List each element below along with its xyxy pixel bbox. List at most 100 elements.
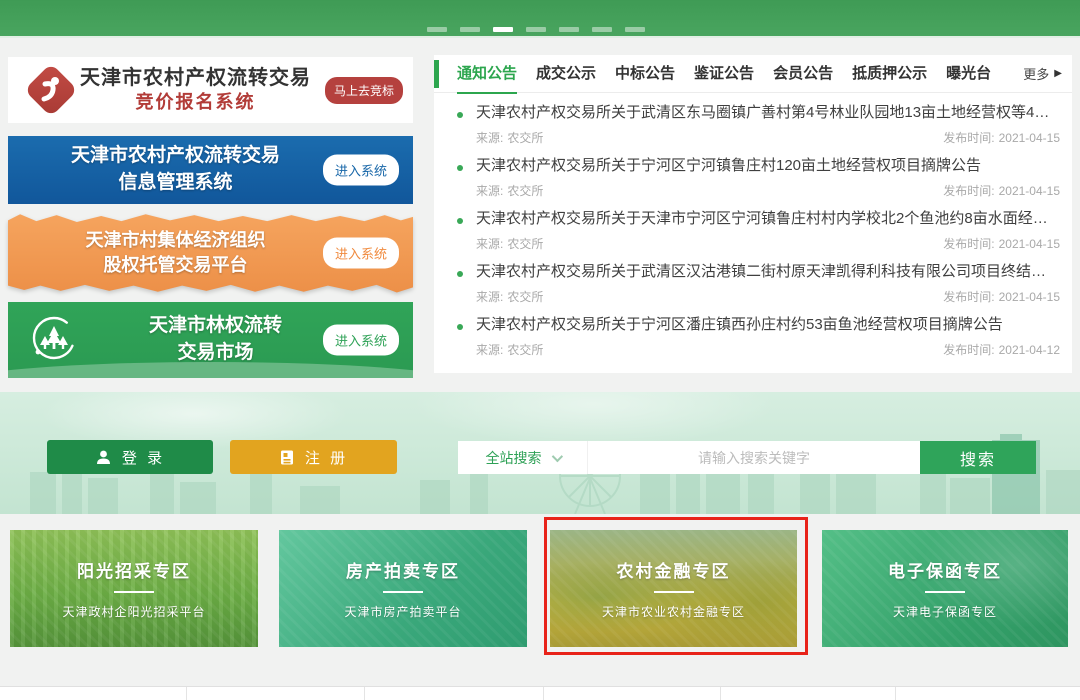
banner-line2: 股权托管交易平台 — [8, 253, 343, 278]
banner-line1: 天津市农村产权流转交易 — [8, 143, 343, 170]
carousel-dash[interactable] — [625, 27, 645, 32]
go-bid-button[interactable]: 马上去竞标 — [325, 77, 403, 104]
carousel-bar — [0, 0, 1080, 38]
news-source: 来源:农交所 — [476, 129, 543, 146]
news-title-link[interactable]: 天津农村产权交易所关于武清区汉沽港镇二街村原天津凯得利科技有限公司项目终结公告 — [476, 262, 1060, 282]
search-bar: 全站搜索 搜索 — [458, 441, 1036, 474]
news-title-link[interactable]: 天津农村产权交易所关于宁河区宁河镇鲁庄村120亩土地经营权项目摘牌公告 — [476, 156, 1060, 176]
tab-winning-bid[interactable]: 中标公告 — [615, 55, 675, 93]
bidding-system-title-block: 天津市农村产权流转交易 竞价报名系统 — [70, 66, 325, 114]
news-source: 来源:农交所 — [476, 182, 543, 199]
carousel-pagination — [427, 27, 645, 32]
news-meta: 来源:农交所 发布时间:2021-04-15 — [476, 182, 1060, 199]
news-item: 天津农村产权交易所关于武清区东马圈镇广善村第4号林业队园地13亩土地经营权等4个… — [434, 93, 1072, 146]
tab-deal-publicity[interactable]: 成交公示 — [536, 55, 596, 93]
zone-card-rural-finance[interactable]: 农村金融专区 天津市农业农村金融专区 — [550, 530, 797, 647]
site-subtitle: 竞价报名系统 — [70, 91, 321, 114]
enter-system-button-orange[interactable]: 进入系统 — [323, 238, 399, 269]
bullet-icon — [457, 271, 463, 277]
news-source: 来源:农交所 — [476, 288, 543, 305]
news-source: 来源:农交所 — [476, 235, 543, 252]
tab-exposure[interactable]: 曝光台 — [946, 55, 991, 93]
zone-title: 电子保函专区 — [888, 557, 1002, 582]
page: 天津市农村产权流转交易 竞价报名系统 马上去竞标 天津市农村产权流转交易 信息管… — [0, 0, 1080, 698]
news-title-link[interactable]: 天津农村产权交易所关于武清区东马圈镇广善村第4号林业队园地13亩土地经营权等4个… — [476, 103, 1060, 123]
news-item: 天津农村产权交易所关于武清区汉沽港镇二街村原天津凯得利科技有限公司项目终结公告 … — [434, 252, 1072, 305]
chevron-down-icon — [551, 450, 562, 461]
info-management-banner[interactable]: 天津市农村产权流转交易 信息管理系统 进入系统 — [8, 136, 413, 204]
site-title: 天津市农村产权流转交易 — [70, 66, 321, 91]
zone-title: 房产拍卖专区 — [346, 557, 460, 582]
pine-trees-circle-icon — [30, 314, 78, 367]
enter-system-button-green[interactable]: 进入系统 — [323, 325, 399, 356]
tab-notice-announcements[interactable]: 通知公告 — [457, 55, 517, 93]
login-button[interactable]: 登 录 — [47, 440, 213, 474]
search-input[interactable] — [588, 441, 920, 474]
footer-cell — [896, 687, 1080, 700]
more-link[interactable]: 更多 ▶ — [1023, 64, 1062, 83]
banner-line2: 交易市场 — [78, 340, 353, 367]
caret-right-icon: ▶ — [1054, 68, 1062, 79]
zone-divider — [654, 591, 694, 593]
more-label: 更多 — [1023, 64, 1049, 83]
news-title-link[interactable]: 天津农村产权交易所关于宁河区潘庄镇西孙庄村约53亩鱼池经营权项目摘牌公告 — [476, 315, 1060, 335]
footer-cell — [0, 687, 187, 700]
bidding-system-card: 天津市农村产权流转交易 竞价报名系统 马上去竞标 — [8, 57, 413, 123]
news-date: 发布时间:2021-04-12 — [943, 341, 1060, 358]
zone-subtitle: 天津市农业农村金融专区 — [602, 603, 745, 620]
id-card-icon — [279, 449, 295, 466]
bullet-icon — [457, 218, 463, 224]
zone-title: 阳光招采专区 — [77, 557, 191, 582]
carousel-dash-active[interactable] — [493, 27, 513, 32]
carousel-dash[interactable] — [526, 27, 546, 32]
news-item: 天津农村产权交易所关于天津市宁河区宁河镇鲁庄村村内学校北2个鱼池约8亩水面经营.… — [434, 199, 1072, 252]
notice-panel: 通知公告 成交公示 中标公告 鉴证公告 会员公告 抵质押公示 曝光台 更多 ▶ … — [434, 55, 1072, 373]
equity-custody-banner[interactable]: 天津市村集体经济组织 股权托管交易平台 进入系统 — [8, 210, 413, 296]
news-title-link[interactable]: 天津农村产权交易所关于天津市宁河区宁河镇鲁庄村村内学校北2个鱼池约8亩水面经营.… — [476, 209, 1060, 229]
banner-line1: 天津市村集体经济组织 — [8, 228, 343, 253]
zone-subtitle: 天津政村企阳光招采平台 — [62, 603, 205, 620]
news-meta: 来源:农交所 发布时间:2021-04-12 — [476, 341, 1060, 358]
news-date: 发布时间:2021-04-15 — [943, 235, 1060, 252]
news-date: 发布时间:2021-04-15 — [943, 182, 1060, 199]
zone-divider — [383, 591, 423, 593]
bullet-icon — [457, 324, 463, 330]
footer-cell — [187, 687, 365, 700]
news-meta: 来源:农交所 发布时间:2021-04-15 — [476, 288, 1060, 305]
search-button[interactable]: 搜索 — [920, 441, 1036, 474]
site-logo-icon — [24, 63, 78, 117]
banner-line2: 信息管理系统 — [8, 170, 343, 197]
search-scope-value: 全站搜索 — [486, 448, 542, 468]
zone-subtitle: 天津电子保函专区 — [893, 603, 997, 620]
zone-subtitle: 天津市房产拍卖平台 — [344, 603, 461, 620]
news-date: 发布时间:2021-04-15 — [943, 129, 1060, 146]
news-date: 发布时间:2021-04-15 — [943, 288, 1060, 305]
banner-line1: 天津市林权流转 — [78, 313, 353, 340]
tab-member[interactable]: 会员公告 — [773, 55, 833, 93]
carousel-dash[interactable] — [559, 27, 579, 32]
search-scope-select[interactable]: 全站搜索 — [458, 441, 588, 474]
footer-cell — [365, 687, 544, 700]
tab-mortgage[interactable]: 抵质押公示 — [852, 55, 927, 93]
enter-system-button-blue[interactable]: 进入系统 — [323, 155, 399, 186]
notice-tabs: 通知公告 成交公示 中标公告 鉴证公告 会员公告 抵质押公示 曝光台 更多 ▶ — [434, 55, 1072, 93]
forest-rights-banner[interactable]: 天津市林权流转 交易市场 进入系统 — [8, 302, 413, 378]
bullet-icon — [457, 165, 463, 171]
news-meta: 来源:农交所 发布时间:2021-04-15 — [476, 129, 1060, 146]
hero-search-band: 登 录 注 册 全站搜索 搜索 — [0, 392, 1080, 514]
footer-cell — [721, 687, 896, 700]
news-meta: 来源:农交所 发布时间:2021-04-15 — [476, 235, 1060, 252]
register-button[interactable]: 注 册 — [230, 440, 397, 474]
news-item: 天津农村产权交易所关于宁河区潘庄镇西孙庄村约53亩鱼池经营权项目摘牌公告 来源:… — [434, 305, 1072, 358]
tab-certification[interactable]: 鉴证公告 — [694, 55, 754, 93]
carousel-dash[interactable] — [427, 27, 447, 32]
zone-divider — [925, 591, 965, 593]
footer-cell — [544, 687, 721, 700]
zone-card-property-auction[interactable]: 房产拍卖专区 天津市房产拍卖平台 — [279, 530, 527, 647]
carousel-dash[interactable] — [592, 27, 612, 32]
carousel-dash[interactable] — [460, 27, 480, 32]
news-source: 来源:农交所 — [476, 341, 543, 358]
tab-accent-bar — [434, 60, 439, 88]
zone-card-sunshine-procurement[interactable]: 阳光招采专区 天津政村企阳光招采平台 — [10, 530, 258, 647]
zone-card-e-guarantee[interactable]: 电子保函专区 天津电子保函专区 — [822, 530, 1068, 647]
